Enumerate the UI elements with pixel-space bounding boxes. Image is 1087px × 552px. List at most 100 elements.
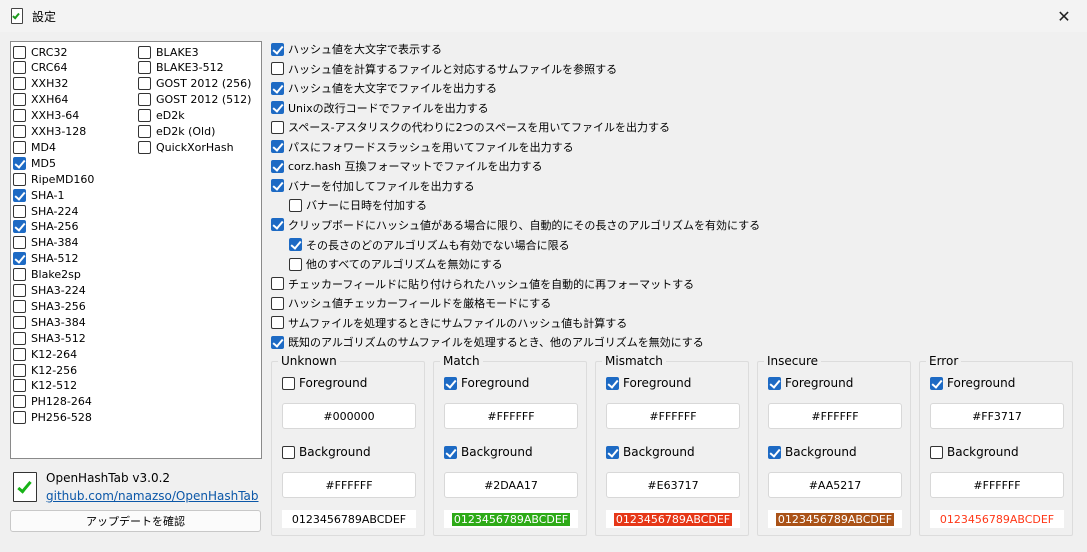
option-7[interactable]: corz.hash 互換フォーマットでファイルを出力する xyxy=(271,158,542,174)
hash-item-blake3[interactable]: BLAKE3 xyxy=(138,44,199,60)
option-4[interactable]: Unixの改行コードでファイルを出力する xyxy=(271,100,489,116)
foreground-checkbox[interactable] xyxy=(606,376,619,390)
hash-checkbox-gost-2012-512[interactable] xyxy=(138,93,151,107)
foreground-checkbox[interactable] xyxy=(930,376,943,390)
hash-checkbox-sha-224[interactable] xyxy=(13,204,26,218)
hash-item-ed2k-old[interactable]: eD2k (Old) xyxy=(138,124,215,140)
hash-checkbox-gost-2012-256[interactable] xyxy=(138,77,151,91)
background-toggle[interactable]: Background xyxy=(606,444,695,460)
hash-item-sha3-512[interactable]: SHA3-512 xyxy=(13,330,86,346)
foreground-checkbox[interactable] xyxy=(282,376,295,390)
hash-checkbox-xxh3-128[interactable] xyxy=(13,125,26,138)
hash-item-blake3-512[interactable]: BLAKE3-512 xyxy=(138,60,224,76)
background-checkbox[interactable] xyxy=(282,445,295,459)
option-checkbox[interactable] xyxy=(271,140,284,154)
background-toggle[interactable]: Background xyxy=(930,444,1019,460)
hash-item-k12-264[interactable]: K12-264 xyxy=(13,346,77,362)
hash-checkbox-ed2k[interactable] xyxy=(138,109,151,123)
option-checkbox[interactable] xyxy=(271,316,284,330)
foreground-checkbox[interactable] xyxy=(444,376,457,390)
hash-checkbox-sha-256[interactable] xyxy=(13,220,26,234)
hash-item-k12-512[interactable]: K12-512 xyxy=(13,378,77,394)
background-color-field[interactable]: #AA5217 xyxy=(768,472,902,498)
background-checkbox[interactable] xyxy=(930,445,943,459)
hash-checkbox-k12-256[interactable] xyxy=(13,363,26,377)
hash-item-xxh32[interactable]: XXH32 xyxy=(13,76,68,92)
hash-algorithm-list[interactable]: CRC32 CRC64 XXH32 XXH64 XXH3-64 XXH3-128 MD4 MD… xyxy=(10,41,262,459)
option-12[interactable]: 他のすべてのアルゴリズムを無効にする xyxy=(289,256,503,272)
option-5[interactable]: スペース-アスタリスクの代わりに2つのスペースを用いてファイルを出力する xyxy=(271,119,670,135)
option-checkbox[interactable] xyxy=(289,257,302,271)
hash-item-md5[interactable]: MD5 xyxy=(13,155,56,171)
hash-item-quickxorhash[interactable]: QuickXorHash xyxy=(138,139,234,155)
background-checkbox[interactable] xyxy=(768,445,781,459)
background-toggle[interactable]: Background xyxy=(768,444,857,460)
foreground-checkbox[interactable] xyxy=(768,376,781,390)
option-2[interactable]: ハッシュ値を計算するファイルと対応するサムファイルを参照する xyxy=(271,61,617,77)
hash-item-k12-256[interactable]: K12-256 xyxy=(13,362,77,378)
check-update-button[interactable]: アップデートを確認 xyxy=(10,510,261,532)
close-button[interactable]: ✕ xyxy=(1041,0,1087,32)
foreground-color-field[interactable]: #FFFFFF xyxy=(444,403,578,429)
hash-item-crc64[interactable]: CRC64 xyxy=(13,60,67,76)
background-color-field[interactable]: #FFFFFF xyxy=(282,472,416,498)
hash-item-sha-512[interactable]: SHA-512 xyxy=(13,251,79,267)
background-color-field[interactable]: #FFFFFF xyxy=(930,472,1064,498)
hash-checkbox-blake3-512[interactable] xyxy=(138,61,151,75)
option-6[interactable]: パスにフォワードスラッシュを用いてファイルを出力する xyxy=(271,139,574,155)
hash-checkbox-sha-512[interactable] xyxy=(13,252,26,266)
hash-item-ed2k[interactable]: eD2k xyxy=(138,108,185,124)
option-checkbox[interactable] xyxy=(271,159,284,173)
hash-item-blake2sp[interactable]: Blake2sp xyxy=(13,267,81,283)
hash-checkbox-crc32[interactable] xyxy=(13,45,26,59)
option-13[interactable]: チェッカーフィールドに貼り付けられたハッシュ値を自動的に再フォーマットする xyxy=(271,276,694,292)
hash-checkbox-sha-1[interactable] xyxy=(13,188,26,202)
hash-checkbox-ph256-528[interactable] xyxy=(13,411,26,425)
hash-checkbox-ph128-264[interactable] xyxy=(13,395,26,409)
hash-item-ripemd160[interactable]: RipeMD160 xyxy=(13,171,94,187)
option-10[interactable]: クリップボードにハッシュ値がある場合に限り、自動的にその長さのアルゴリズムを有効… xyxy=(271,217,760,233)
foreground-color-field[interactable]: #FF3717 xyxy=(930,403,1064,429)
hash-item-md4[interactable]: MD4 xyxy=(13,139,56,155)
hash-checkbox-k12-264[interactable] xyxy=(13,347,26,361)
foreground-color-field[interactable]: #FFFFFF xyxy=(768,403,902,429)
hash-checkbox-md4[interactable] xyxy=(13,140,26,154)
hash-checkbox-md5[interactable] xyxy=(13,156,26,170)
option-8[interactable]: バナーを付加してファイルを出力する xyxy=(271,178,475,194)
hash-item-ph256-528[interactable]: PH256-528 xyxy=(13,410,92,426)
hash-checkbox-k12-512[interactable] xyxy=(13,379,26,393)
option-checkbox[interactable] xyxy=(271,120,284,134)
hash-checkbox-sha-384[interactable] xyxy=(13,236,26,250)
option-1[interactable]: ハッシュ値を大文字で表示する xyxy=(271,41,442,57)
hash-item-sha-256[interactable]: SHA-256 xyxy=(13,219,79,235)
hash-checkbox-blake3[interactable] xyxy=(138,45,151,59)
hash-item-gost-2012-256[interactable]: GOST 2012 (256) xyxy=(138,76,251,92)
hash-item-xxh3-64[interactable]: XXH3-64 xyxy=(13,108,79,124)
hash-checkbox-ripemd160[interactable] xyxy=(13,172,26,186)
hash-item-sha-1[interactable]: SHA-1 xyxy=(13,187,65,203)
hash-checkbox-ed2k-old[interactable] xyxy=(138,125,151,138)
option-15[interactable]: サムファイルを処理するときにサムファイルのハッシュ値も計算する xyxy=(271,315,627,331)
option-checkbox[interactable] xyxy=(271,101,284,115)
foreground-color-field[interactable]: #000000 xyxy=(282,403,416,429)
hash-checkbox-xxh32[interactable] xyxy=(13,77,26,91)
option-checkbox[interactable] xyxy=(271,218,284,232)
github-link[interactable]: github.com/namazso/OpenHashTab xyxy=(46,489,259,503)
foreground-toggle[interactable]: Foreground xyxy=(930,375,1015,391)
option-16[interactable]: 既知のアルゴリズムのサムファイルを処理するとき、他のアルゴリズムを無効にする xyxy=(271,334,704,350)
background-checkbox[interactable] xyxy=(606,445,619,459)
option-9[interactable]: バナーに日時を付加する xyxy=(289,197,427,213)
foreground-toggle[interactable]: Foreground xyxy=(282,375,367,391)
hash-checkbox-xxh3-64[interactable] xyxy=(13,109,26,123)
option-checkbox[interactable] xyxy=(271,42,284,56)
background-toggle[interactable]: Background xyxy=(282,444,371,460)
hash-item-crc32[interactable]: CRC32 xyxy=(13,44,67,60)
hash-checkbox-crc64[interactable] xyxy=(13,61,26,75)
foreground-color-field[interactable]: #FFFFFF xyxy=(606,403,740,429)
option-checkbox[interactable] xyxy=(271,277,284,291)
option-checkbox[interactable] xyxy=(271,179,284,193)
hash-checkbox-quickxorhash[interactable] xyxy=(138,140,151,154)
hash-checkbox-xxh64[interactable] xyxy=(13,93,26,107)
hash-checkbox-sha3-256[interactable] xyxy=(13,299,26,313)
hash-item-sha-384[interactable]: SHA-384 xyxy=(13,235,79,251)
